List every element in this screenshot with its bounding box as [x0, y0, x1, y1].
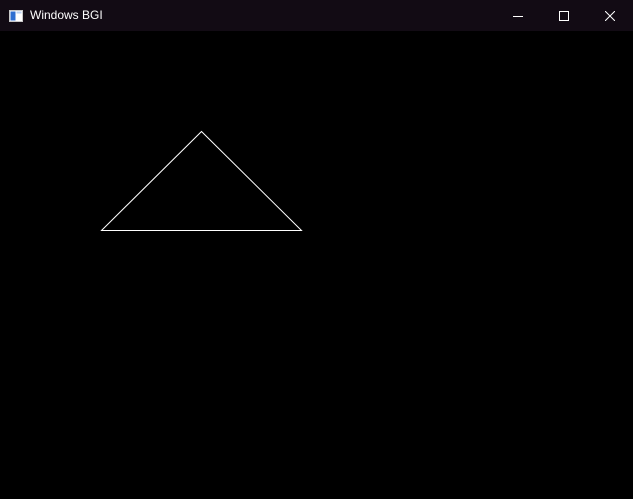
close-icon	[605, 10, 615, 21]
window-app-icon[interactable]	[9, 9, 23, 22]
maximize-icon	[559, 10, 569, 21]
triangle-shape	[100, 130, 303, 231]
minimize-icon	[513, 15, 523, 17]
window-title: Windows BGI	[30, 8, 103, 22]
canvas-surface	[100, 130, 303, 231]
maximize-button[interactable]	[541, 0, 587, 31]
minimize-button[interactable]	[495, 0, 541, 31]
title-bar[interactable]: Windows BGI	[0, 0, 633, 31]
drawing-canvas[interactable]	[0, 31, 633, 499]
close-button[interactable]	[587, 0, 633, 31]
bgi-window: Windows BGI	[0, 0, 633, 499]
